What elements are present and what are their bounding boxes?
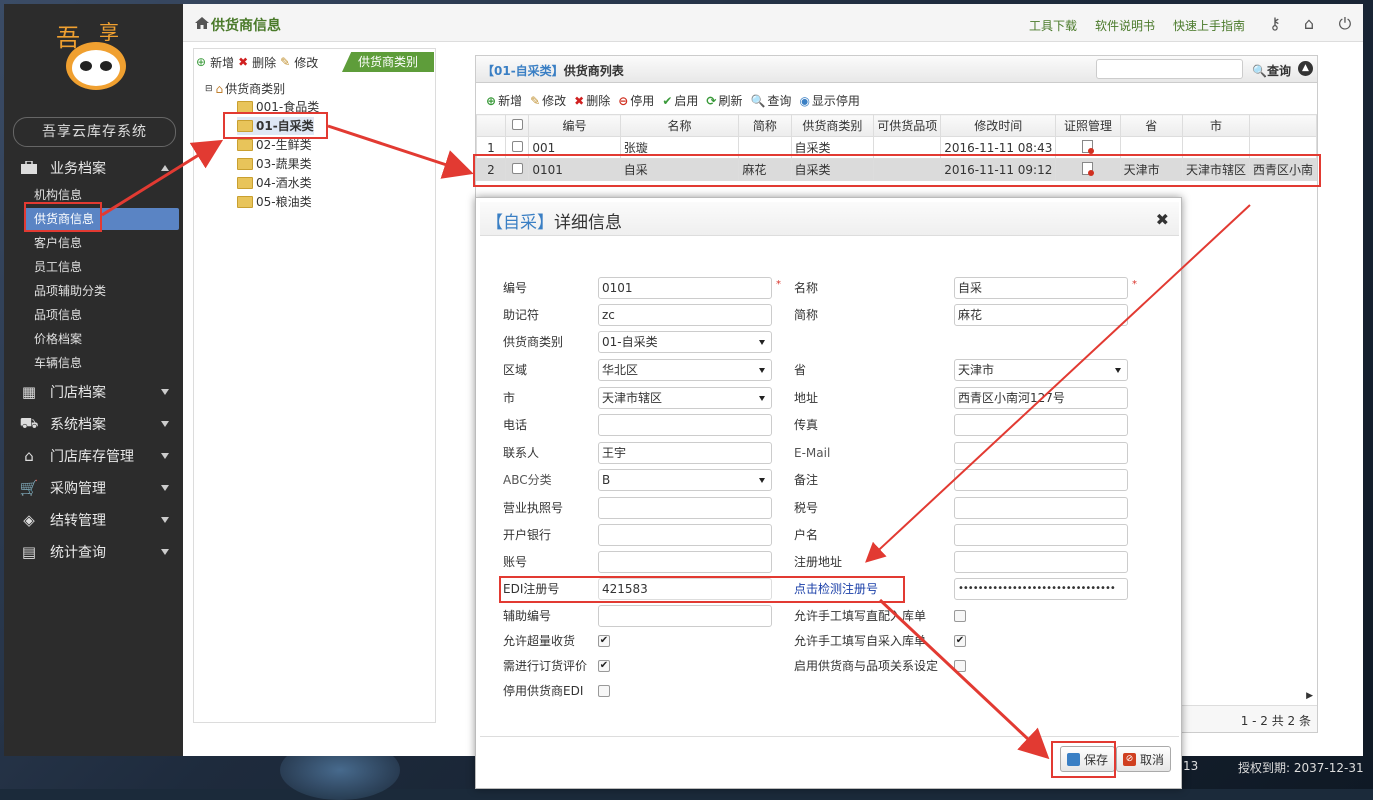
- status-bar: 13 授权到期: 2037-12-31: [1140, 756, 1373, 778]
- license-expiry: 授权到期: 2037-12-31: [1238, 761, 1364, 775]
- annotation-arrows: [101, 124, 1251, 760]
- status-left: 13: [1183, 759, 1199, 773]
